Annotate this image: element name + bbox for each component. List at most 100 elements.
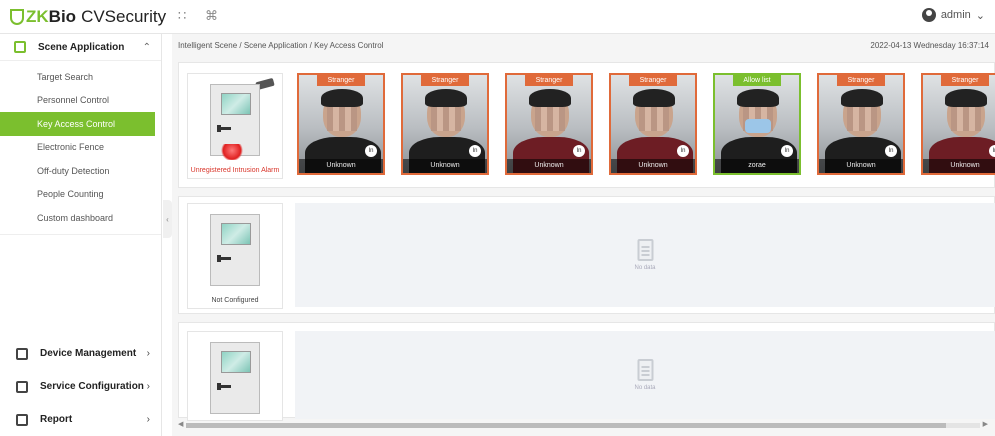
- door-card-alarm[interactable]: Unregistered Intrusion Alarm: [187, 73, 283, 179]
- menu-scene-application[interactable]: Scene Application ⌃: [0, 34, 161, 60]
- door-icon: [210, 214, 260, 286]
- direction-badge: In: [365, 145, 377, 157]
- person-hair: [529, 89, 571, 107]
- face-capture-card[interactable]: Stranger In Unknown: [505, 73, 593, 175]
- door-row-1: Unregistered Intrusion Alarm Stranger In U…: [178, 62, 995, 188]
- sidebar: Scene Application ⌃ Target Search Person…: [0, 34, 162, 436]
- capture-area-empty: No data: [295, 203, 995, 307]
- user-avatar-icon: [921, 8, 936, 22]
- capture-area-empty: No data: [295, 331, 995, 419]
- scrollbar-thumb[interactable]: [186, 423, 946, 428]
- shield-icon: [10, 9, 24, 25]
- capture-name: Unknown: [819, 159, 903, 173]
- menu-service-configuration[interactable]: Service Configuration ›: [0, 370, 162, 403]
- service-icon: [16, 380, 28, 393]
- logo-bio-text: Bio: [48, 7, 77, 26]
- person-hair: [425, 89, 467, 107]
- capture-tag: Stranger: [629, 75, 677, 86]
- capture-name: Unknown: [611, 159, 695, 173]
- sidebar-item-off-duty-detection[interactable]: Off-duty Detection: [0, 159, 161, 183]
- scene-application-icon: [14, 41, 26, 53]
- command-icon[interactable]: ⌘: [205, 8, 218, 24]
- app-logo[interactable]: ZK Bio CVSecurity: [10, 5, 166, 29]
- door-card[interactable]: [187, 331, 283, 421]
- face-capture-card[interactable]: Stranger In Unknown: [609, 73, 697, 175]
- chevron-right-icon: ›: [146, 348, 150, 359]
- capture-tag: Stranger: [317, 75, 365, 86]
- capture-name: Unknown: [403, 159, 487, 173]
- scroll-right-arrow-icon[interactable]: ▶: [983, 420, 988, 428]
- no-data: No data: [634, 239, 656, 271]
- sidebar-item-electronic-fence[interactable]: Electronic Fence: [0, 136, 161, 160]
- datetime: 2022-04-13 Wednesday 16:37:14: [870, 40, 989, 50]
- direction-badge: In: [469, 145, 481, 157]
- door-icon: [210, 342, 260, 414]
- capture-name: zorae: [715, 159, 799, 173]
- breadcrumb: Intelligent Scene / Scene Application / …: [178, 40, 384, 50]
- capture-tag: Stranger: [525, 75, 573, 86]
- submenu: Target Search Personnel Control Key Acce…: [0, 60, 161, 235]
- face-mask: [745, 119, 771, 133]
- person-hair: [945, 89, 987, 107]
- menu-report[interactable]: Report ›: [0, 403, 162, 436]
- direction-badge: In: [573, 145, 585, 157]
- person-hair: [633, 89, 675, 107]
- face-blur: [639, 107, 669, 131]
- direction-badge: In: [781, 145, 793, 157]
- sidebar-item-target-search[interactable]: Target Search: [0, 65, 161, 89]
- no-data-text: No data: [634, 265, 656, 271]
- sidebar-collapse-handle[interactable]: ‹: [163, 200, 172, 238]
- horizontal-scrollbar[interactable]: ◀ ▶: [178, 420, 988, 430]
- direction-badge: In: [989, 145, 995, 157]
- bottom-menu: Device Management › Service Configuratio…: [0, 337, 162, 436]
- face-blur: [535, 107, 565, 131]
- logo-product-text: CVSecurity: [81, 7, 167, 26]
- logo-zk-text: ZK: [26, 7, 49, 26]
- door-status-label: Not Configured: [211, 297, 259, 304]
- door-card-not-configured[interactable]: Not Configured: [187, 203, 283, 309]
- face-blur: [327, 107, 357, 131]
- capture-tag: Stranger: [837, 75, 885, 86]
- device-icon: [16, 347, 28, 360]
- face-capture-card[interactable]: Stranger In Unknown: [817, 73, 905, 175]
- menu-device-management-label: Device Management: [40, 348, 137, 359]
- door-row-3: No data: [178, 322, 995, 421]
- face-blur: [951, 107, 981, 131]
- face-blur: [431, 107, 461, 131]
- empty-document-icon: [636, 239, 653, 261]
- face-capture-card[interactable]: Stranger In Unknown: [297, 73, 385, 175]
- direction-badge: In: [885, 145, 897, 157]
- report-icon: [16, 413, 28, 426]
- breadcrumb-bar: Intelligent Scene / Scene Application / …: [172, 34, 995, 56]
- person-hair: [321, 89, 363, 107]
- chevron-down-icon: ⌄: [975, 9, 985, 22]
- face-capture-card[interactable]: Stranger In Unknown: [401, 73, 489, 175]
- scroll-left-arrow-icon[interactable]: ◀: [178, 420, 183, 428]
- main-content: Intelligent Scene / Scene Application / …: [172, 34, 995, 436]
- person-hair: [841, 89, 883, 107]
- menu-report-label: Report: [40, 414, 73, 425]
- sidebar-item-key-access-control[interactable]: Key Access Control: [0, 112, 155, 136]
- sidebar-item-people-counting[interactable]: People Counting: [0, 183, 161, 207]
- username: admin: [940, 9, 971, 21]
- capture-tag: Stranger: [941, 75, 989, 86]
- door-status-label: Unregistered Intrusion Alarm: [190, 167, 280, 174]
- sidebar-item-personnel-control[interactable]: Personnel Control: [0, 89, 161, 113]
- door-row-2: Not Configured No data: [178, 196, 995, 314]
- face-blur: [847, 107, 877, 131]
- empty-document-icon: [636, 359, 653, 381]
- face-capture-card[interactable]: Allow list In zorae: [713, 73, 801, 175]
- top-bar: ZK Bio CVSecurity ∷ ⌘ admin ⌄: [0, 0, 995, 34]
- capture-tag: Allow list: [733, 75, 781, 86]
- capture-name: Unknown: [923, 159, 995, 173]
- user-menu[interactable]: admin ⌄: [921, 8, 985, 22]
- capture-tag: Stranger: [421, 75, 469, 86]
- apps-grid-icon[interactable]: ∷: [178, 8, 186, 24]
- chevron-up-icon: ⌃: [142, 41, 151, 53]
- person-hair: [737, 89, 779, 107]
- capture-name: Unknown: [507, 159, 591, 173]
- chevron-right-icon: ›: [146, 381, 150, 392]
- menu-device-management[interactable]: Device Management ›: [0, 337, 162, 370]
- sidebar-item-custom-dashboard[interactable]: Custom dashboard: [0, 206, 161, 230]
- face-capture-card[interactable]: Stranger In Unknown: [921, 73, 995, 175]
